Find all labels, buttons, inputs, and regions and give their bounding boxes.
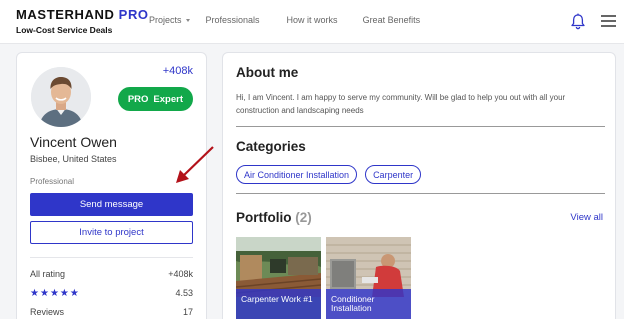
portfolio-item[interactable]: Carpenter Work #1 <box>236 237 321 319</box>
category-tag[interactable]: Air Conditioner Installation <box>236 165 358 184</box>
all-rating-value: +408k <box>168 269 193 279</box>
all-rating-label: All rating <box>30 269 66 279</box>
stars-rating-row: ★ ★ ★ ★ ★ 4.53 <box>30 288 193 299</box>
pro-expert-badge: PRO Expert <box>117 87 193 111</box>
stars-value: 4.53 <box>175 288 193 298</box>
about-title: About me <box>236 65 299 80</box>
portfolio-title: Portfolio (2) <box>236 210 312 225</box>
star-icon: ★ <box>49 288 59 299</box>
brand-logo[interactable]: MASTERHAND PRO Low-Cost Service Deals <box>16 8 149 36</box>
all-rating-row: All rating +408k <box>30 269 193 279</box>
nav-item-label: Projects <box>149 15 182 25</box>
categories-title: Categories <box>236 139 306 154</box>
nav-item-how-it-works[interactable]: How it works <box>287 15 338 25</box>
profile-card: +408k PRO Expert Vincent Owen Bisbee, Un… <box>16 52 207 319</box>
bell-icon[interactable] <box>570 13 586 30</box>
category-tags: Air Conditioner Installation Carpenter <box>236 165 422 184</box>
badge-pro-label: PRO <box>127 93 149 105</box>
badge-level-label: Expert <box>153 93 183 105</box>
nav-item-label: How it works <box>286 15 338 25</box>
divider <box>30 257 193 258</box>
star-icon: ★ <box>39 288 49 299</box>
top-header: MASTERHAND PRO Low-Cost Service Deals Pr… <box>0 0 624 44</box>
reviews-value: 17 <box>182 307 193 317</box>
send-message-button[interactable]: Send message <box>30 193 193 216</box>
profile-name: Vincent Owen <box>30 134 117 150</box>
avatar <box>31 67 91 127</box>
nav-item-projects[interactable]: Projects <box>149 15 190 25</box>
rating-count: +408k <box>162 65 193 77</box>
divider <box>236 193 605 194</box>
view-all-link[interactable]: View all <box>570 212 603 223</box>
profile-location: Bisbee, United States <box>30 154 117 164</box>
portfolio-item-title: Carpenter Work #1 <box>241 294 313 304</box>
portfolio-item-title: Conditioner Installation <box>331 294 375 313</box>
brand-accent: PRO <box>118 7 149 22</box>
star-icon: ★ <box>59 288 69 299</box>
reviews-row: Reviews 17 <box>30 307 193 317</box>
main-nav: Projects Professionals How it works Grea… <box>149 15 420 25</box>
nav-item-great-benefits[interactable]: Great Benefits <box>363 15 421 25</box>
invite-to-project-button[interactable]: Invite to project <box>30 221 193 244</box>
brand-tagline: Low-Cost Service Deals <box>16 25 113 35</box>
reviews-label: Reviews <box>30 307 65 317</box>
star-icon: ★ <box>69 288 79 299</box>
brand-name: MASTERHAND <box>16 7 115 22</box>
about-text: Hi, I am Vincent. I am happy to serve my… <box>236 93 566 115</box>
nav-item-professionals[interactable]: Professionals <box>206 15 260 25</box>
hamburger-menu-icon[interactable] <box>601 15 616 27</box>
details-card: About me Hi, I am Vincent. I am happy to… <box>222 52 616 319</box>
category-tag[interactable]: Carpenter <box>365 165 422 184</box>
chevron-down-icon <box>185 18 190 22</box>
divider <box>236 126 605 127</box>
nav-item-label: Professionals <box>205 15 260 25</box>
star-icon: ★ <box>30 288 39 299</box>
nav-item-label: Great Benefits <box>362 15 421 25</box>
portfolio-count: (2) <box>295 210 312 225</box>
portfolio-item[interactable]: Conditioner Installation <box>326 237 411 319</box>
portfolio-title-label: Portfolio <box>236 210 292 225</box>
profile-role: Professional <box>30 177 75 186</box>
brand-title: MASTERHAND PRO <box>16 8 149 22</box>
star-rating: ★ ★ ★ ★ ★ <box>30 288 79 299</box>
